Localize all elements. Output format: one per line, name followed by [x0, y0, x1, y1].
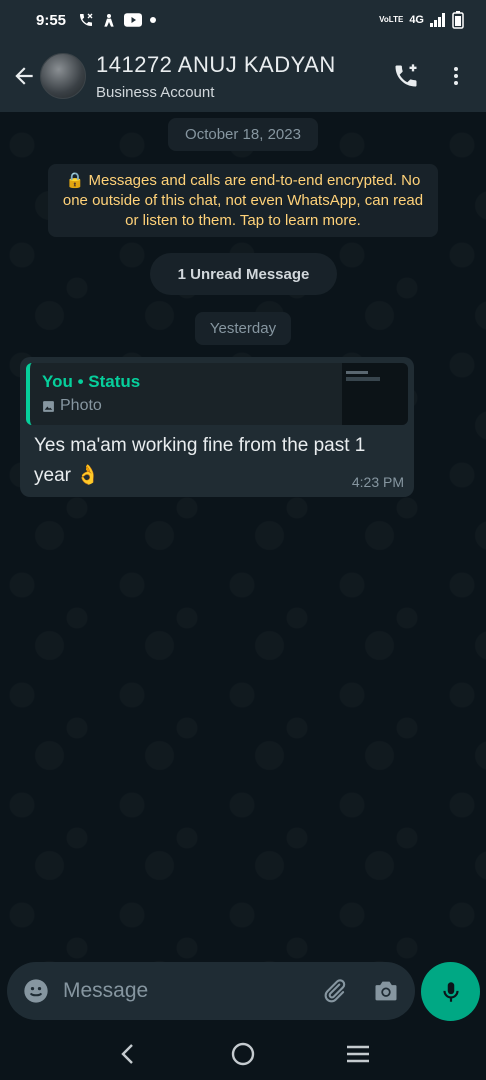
- chevron-left-icon: [120, 1044, 133, 1064]
- contact-name: 141272 ANUJ KADYAN: [96, 51, 336, 77]
- message-bubble[interactable]: You • Status Photo Yes ma'am working fin…: [20, 357, 414, 497]
- attach-button[interactable]: [317, 974, 351, 1008]
- nav-back-button[interactable]: [110, 1036, 146, 1072]
- paperclip-icon: [324, 979, 346, 1003]
- back-button[interactable]: [6, 58, 42, 94]
- battery-icon: [452, 11, 464, 29]
- person-icon: [104, 14, 114, 27]
- more-options-button[interactable]: [436, 56, 476, 96]
- contact-info[interactable]: 141272 ANUJ KADYAN Business Account: [96, 52, 386, 101]
- avatar[interactable]: [40, 53, 86, 99]
- composer: [7, 962, 415, 1020]
- chat-header: 141272 ANUJ KADYAN Business Account: [0, 40, 486, 112]
- arrow-back-icon: [15, 67, 33, 85]
- yesterday-chip: Yesterday: [195, 312, 291, 345]
- status-bar: 9:55 VoLTE 4G: [0, 0, 486, 40]
- microphone-icon: [442, 981, 459, 1002]
- message-input[interactable]: [63, 979, 293, 1003]
- chat-area[interactable]: October 18, 2023 🔒 Messages and calls ar…: [0, 112, 486, 962]
- contact-subtitle: Business Account: [96, 83, 215, 101]
- more-vert-icon: [454, 67, 458, 85]
- message-time: 4:23 PM: [351, 474, 404, 490]
- recents-icon: [347, 1045, 370, 1063]
- unread-badge: 1 Unread Message: [150, 253, 337, 295]
- dot-icon: [150, 17, 157, 23]
- date-chip: October 18, 2023: [168, 118, 318, 151]
- quote-author: You • Status: [42, 372, 141, 391]
- emoji-button[interactable]: [21, 976, 51, 1006]
- home-circle-icon: [231, 1042, 255, 1066]
- signal-icon: [430, 13, 445, 27]
- phone-add-icon: [395, 64, 417, 87]
- camera-icon: [375, 981, 397, 1001]
- missed-call-icon: [80, 13, 93, 26]
- message-text: Yes ma'am working fine from the past 1 y…: [34, 435, 366, 486]
- voice-message-button[interactable]: [421, 962, 480, 1021]
- image-icon: [43, 400, 54, 412]
- encryption-notice[interactable]: 🔒 Messages and calls are end-to-end encr…: [48, 164, 438, 237]
- add-call-button[interactable]: [386, 56, 426, 96]
- emoji-icon: [24, 979, 48, 1003]
- network-type: 4G: [409, 14, 424, 26]
- status-thumbnail: [342, 363, 408, 425]
- camera-button[interactable]: [369, 974, 403, 1008]
- volte-indicator: VoLTE: [379, 15, 404, 24]
- nav-recents-button[interactable]: [340, 1036, 376, 1072]
- system-nav-bar: [0, 1028, 486, 1080]
- quoted-status[interactable]: You • Status Photo: [26, 363, 408, 425]
- status-time: 9:55: [36, 11, 67, 29]
- quote-media-label: Photo: [42, 397, 102, 415]
- nav-home-button[interactable]: [225, 1036, 261, 1072]
- quote-type: Photo: [60, 397, 102, 414]
- youtube-icon: [124, 13, 143, 27]
